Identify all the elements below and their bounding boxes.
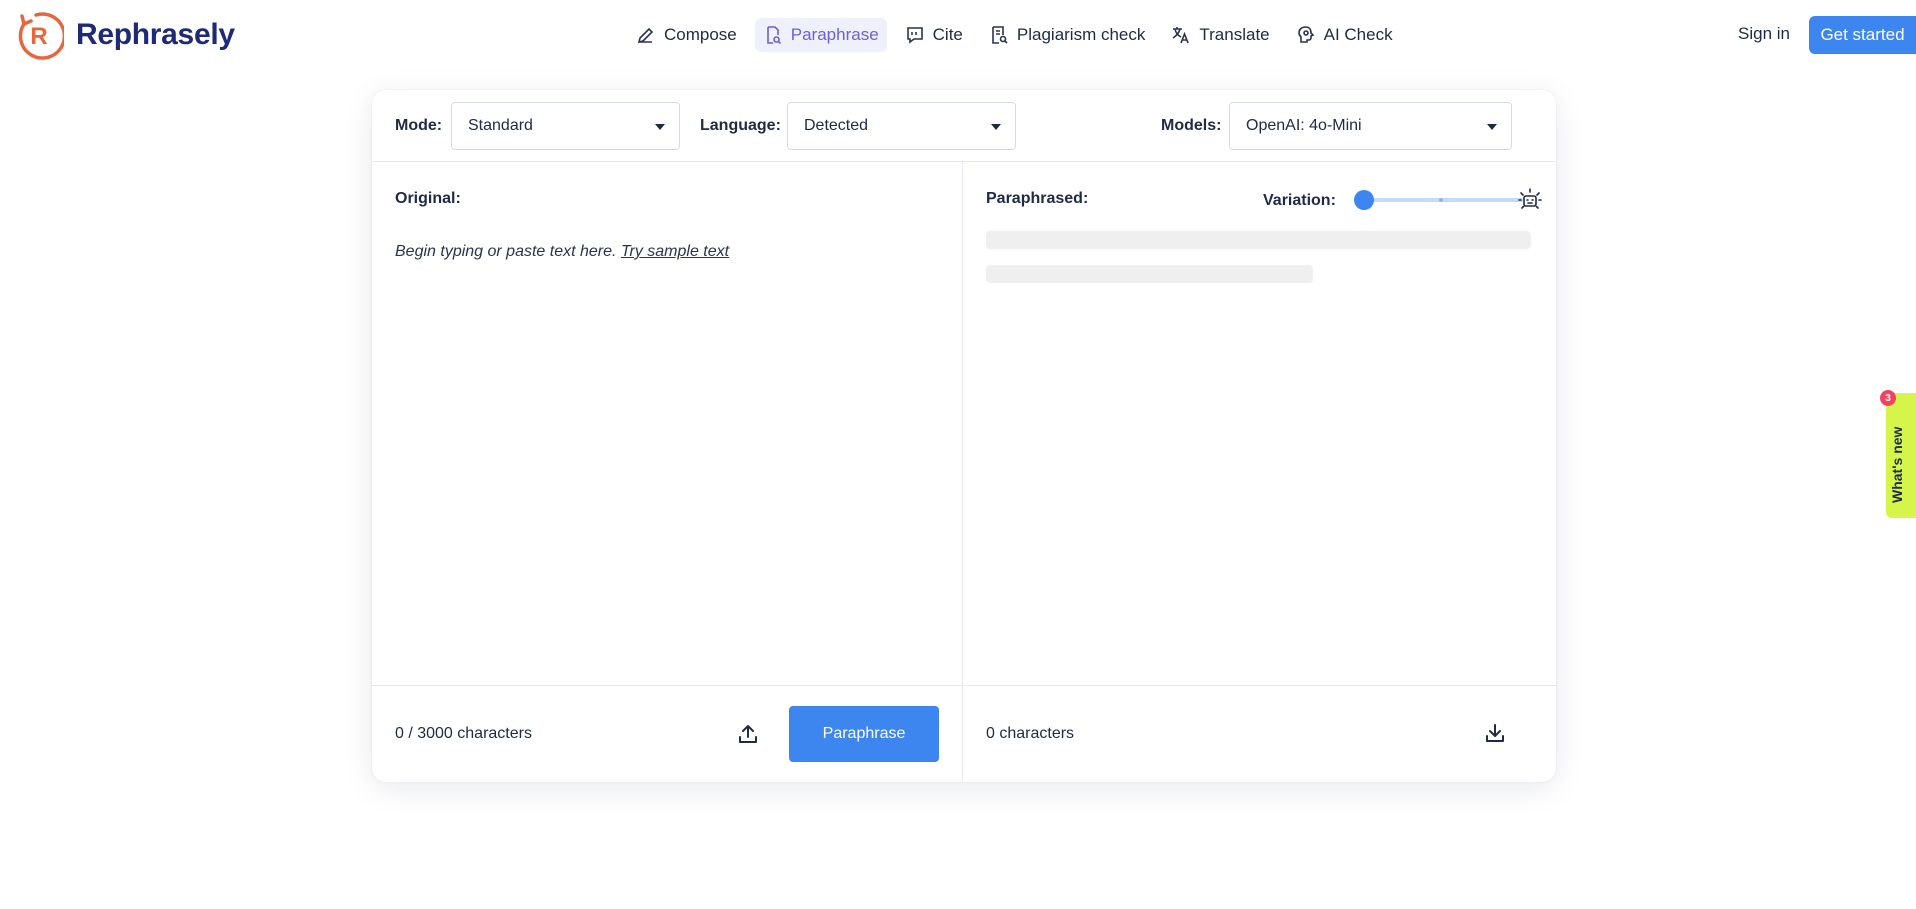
brain-icon: [1297, 26, 1314, 43]
original-char-count: 0 / 3000 characters: [395, 725, 532, 742]
paraphrase-button[interactable]: Paraphrase: [789, 706, 939, 762]
variation-slider-thumb[interactable]: [1354, 190, 1374, 210]
language-label: Language:: [700, 117, 781, 134]
notification-badge: 3: [1880, 390, 1896, 406]
robot-icon[interactable]: [1516, 186, 1544, 214]
original-text-input[interactable]: Begin typing or paste text here. Try sam…: [395, 243, 729, 261]
main-nav: Compose Paraphrase Cite Plagiarism check…: [628, 18, 1411, 52]
original-title: Original:: [395, 190, 461, 207]
paraphraser-card: Mode: Standard Language: Detected Models…: [372, 90, 1556, 782]
mode-value: Standard: [468, 117, 533, 134]
original-footer: 0 / 3000 characters Paraphrase: [372, 685, 962, 782]
logo-letter: R: [30, 23, 47, 50]
models-label: Models:: [1161, 117, 1222, 134]
input-placeholder: Begin typing or paste text here.: [395, 243, 617, 260]
original-panel[interactable]: Original: Begin typing or paste text her…: [372, 162, 963, 782]
models-select[interactable]: OpenAI: 4o-Mini: [1229, 102, 1512, 150]
language-value: Detected: [804, 117, 869, 134]
models-value: OpenAI: 4o-Mini: [1246, 117, 1362, 134]
pencil-icon: [637, 27, 654, 44]
nav-label: Translate: [1199, 25, 1270, 44]
paraphrased-footer: 0 characters: [963, 685, 1556, 782]
document-check-icon: [992, 26, 1008, 44]
top-navbar: R Rephrasely Compose Paraphrase Cite Pla…: [0, 0, 1916, 70]
brand-name: Rephrasely: [76, 18, 235, 51]
nav-label: Compose: [664, 25, 737, 44]
logo-icon: R: [18, 12, 64, 60]
nav-translate[interactable]: Translate: [1163, 18, 1277, 52]
download-icon[interactable]: [1483, 721, 1507, 745]
document-search-icon: [766, 26, 781, 45]
mode-select[interactable]: Standard: [451, 102, 680, 150]
whats-new-tab[interactable]: What's new: [1886, 393, 1916, 518]
get-started-button[interactable]: Get started: [1809, 16, 1916, 54]
nav-label: Plagiarism check: [1016, 25, 1146, 44]
upload-icon[interactable]: [736, 722, 760, 746]
nav-plagiarism-check[interactable]: Plagiarism check: [981, 18, 1154, 52]
try-sample-text-link[interactable]: Try sample text: [621, 243, 729, 260]
paraphrased-char-count: 0 characters: [986, 725, 1075, 742]
translate-icon: [1172, 27, 1190, 44]
logo[interactable]: R Rephrasely: [14, 10, 235, 60]
nav-label: Paraphrase: [790, 25, 879, 44]
chevron-down-icon: [1487, 124, 1497, 130]
mode-label: Mode:: [395, 117, 443, 134]
nav-label: Cite: [932, 25, 963, 44]
loading-skeleton-line: [986, 231, 1531, 249]
nav-compose[interactable]: Compose: [628, 18, 745, 52]
nav-cite[interactable]: Cite: [897, 18, 971, 52]
sign-in-link[interactable]: Sign in: [1738, 24, 1790, 44]
variation-label: Variation:: [1263, 192, 1336, 209]
nav-label: AI Check: [1323, 25, 1393, 44]
chevron-down-icon: [655, 124, 665, 130]
nav-ai-check[interactable]: AI Check: [1288, 18, 1401, 52]
nav-paraphrase[interactable]: Paraphrase: [754, 18, 887, 52]
loading-skeleton-line: [986, 265, 1313, 283]
quote-bubble-icon: [906, 27, 923, 44]
slider-step-dot: [1439, 198, 1443, 202]
language-select[interactable]: Detected: [787, 102, 1016, 150]
chevron-down-icon: [991, 124, 1001, 130]
variation-slider-track[interactable]: [1363, 198, 1523, 202]
options-toolbar: Mode: Standard Language: Detected Models…: [372, 90, 1556, 162]
paraphrased-panel: Paraphrased: Variation: 0 characters: [963, 162, 1556, 782]
paraphrased-title: Paraphrased:: [986, 190, 1089, 207]
whats-new-label: What's new: [1889, 426, 1905, 503]
